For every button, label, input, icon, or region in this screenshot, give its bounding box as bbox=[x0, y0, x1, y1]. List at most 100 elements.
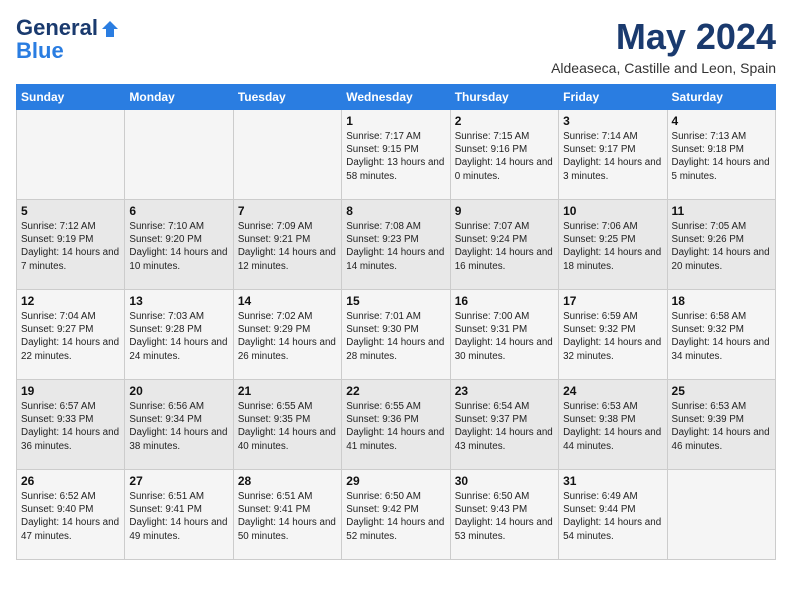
calendar-cell: 8 Sunrise: 7:08 AM Sunset: 9:23 PM Daylig… bbox=[342, 200, 450, 290]
header-thursday: Thursday bbox=[450, 85, 558, 110]
day-number: 2 bbox=[455, 114, 554, 128]
calendar-cell: 4 Sunrise: 7:13 AM Sunset: 9:18 PM Daylig… bbox=[667, 110, 775, 200]
day-number: 30 bbox=[455, 474, 554, 488]
header-wednesday: Wednesday bbox=[342, 85, 450, 110]
day-number: 31 bbox=[563, 474, 662, 488]
day-info: Sunrise: 6:55 AM Sunset: 9:36 PM Dayligh… bbox=[346, 400, 445, 453]
calendar-cell: 3 Sunrise: 7:14 AM Sunset: 9:17 PM Daylig… bbox=[559, 110, 667, 200]
calendar-cell: 7Sunrise: 7:09 AM Sunset: 9:21 PM Daylig… bbox=[233, 200, 341, 290]
calendar-cell: 2 Sunrise: 7:15 AM Sunset: 9:16 PM Daylig… bbox=[450, 110, 558, 200]
calendar-week-1: 1 Sunrise: 7:17 AM Sunset: 9:15 PM Daylig… bbox=[17, 110, 776, 200]
calendar-cell: 29 Sunrise: 6:50 AM Sunset: 9:42 PM Dayli… bbox=[342, 470, 450, 560]
day-number: 14 bbox=[238, 294, 337, 308]
day-info: Sunrise: 6:55 AM Sunset: 9:35 PM Dayligh… bbox=[238, 400, 337, 453]
day-info: Sunrise: 7:03 AM Sunset: 9:28 PM Dayligh… bbox=[129, 310, 228, 363]
day-number: 1 bbox=[346, 114, 445, 128]
day-number: 5 bbox=[21, 204, 120, 218]
day-number: 28 bbox=[238, 474, 337, 488]
day-number: 3 bbox=[563, 114, 662, 128]
logo-blue-text: Blue bbox=[16, 38, 64, 64]
day-info: Sunrise: 7:00 AM Sunset: 9:31 PM Dayligh… bbox=[455, 310, 554, 363]
day-info: Sunrise: 6:56 AM Sunset: 9:34 PM Dayligh… bbox=[129, 400, 228, 453]
calendar-cell: 11Sunrise: 7:05 AM Sunset: 9:26 PM Dayli… bbox=[667, 200, 775, 290]
day-info: Sunrise: 7:07 AM Sunset: 9:24 PM Dayligh… bbox=[455, 220, 554, 273]
day-number: 15 bbox=[346, 294, 445, 308]
logo-text: General bbox=[16, 16, 120, 40]
calendar-cell: 31 Sunrise: 6:49 AM Sunset: 9:44 PM Dayli… bbox=[559, 470, 667, 560]
header-sunday: Sunday bbox=[17, 85, 125, 110]
day-info: Sunrise: 7:08 AM Sunset: 9:23 PM Dayligh… bbox=[346, 220, 445, 273]
calendar-cell: 6 Sunrise: 7:10 AM Sunset: 9:20 PM Daylig… bbox=[125, 200, 233, 290]
day-number: 26 bbox=[21, 474, 120, 488]
calendar-cell bbox=[125, 110, 233, 200]
day-number: 10 bbox=[563, 204, 662, 218]
location-text: Aldeaseca, Castille and Leon, Spain bbox=[551, 60, 776, 76]
calendar-cell: 15 Sunrise: 7:01 AM Sunset: 9:30 PM Dayli… bbox=[342, 290, 450, 380]
calendar-cell: 17Sunrise: 6:59 AM Sunset: 9:32 PM Dayli… bbox=[559, 290, 667, 380]
calendar-week-2: 5 Sunrise: 7:12 AM Sunset: 9:19 PM Daylig… bbox=[17, 200, 776, 290]
calendar-cell: 1 Sunrise: 7:17 AM Sunset: 9:15 PM Daylig… bbox=[342, 110, 450, 200]
day-info: Sunrise: 7:04 AM Sunset: 9:27 PM Dayligh… bbox=[21, 310, 120, 363]
day-info: Sunrise: 6:57 AM Sunset: 9:33 PM Dayligh… bbox=[21, 400, 120, 453]
day-info: Sunrise: 6:50 AM Sunset: 9:42 PM Dayligh… bbox=[346, 490, 445, 543]
header-saturday: Saturday bbox=[667, 85, 775, 110]
calendar-cell: 23 Sunrise: 6:54 AM Sunset: 9:37 PM Dayli… bbox=[450, 380, 558, 470]
day-info: Sunrise: 7:17 AM Sunset: 9:15 PM Dayligh… bbox=[346, 130, 445, 183]
day-number: 18 bbox=[672, 294, 771, 308]
day-number: 29 bbox=[346, 474, 445, 488]
day-info: Sunrise: 6:54 AM Sunset: 9:37 PM Dayligh… bbox=[455, 400, 554, 453]
calendar-cell bbox=[233, 110, 341, 200]
day-info: Sunrise: 6:53 AM Sunset: 9:39 PM Dayligh… bbox=[672, 400, 771, 453]
day-info: Sunrise: 6:51 AM Sunset: 9:41 PM Dayligh… bbox=[238, 490, 337, 543]
weekday-header-row: Sunday Monday Tuesday Wednesday Thursday… bbox=[17, 85, 776, 110]
calendar-cell: 10 Sunrise: 7:06 AM Sunset: 9:25 PM Dayli… bbox=[559, 200, 667, 290]
calendar-cell: 28 Sunrise: 6:51 AM Sunset: 9:41 PM Dayli… bbox=[233, 470, 341, 560]
calendar-cell: 14 Sunrise: 7:02 AM Sunset: 9:29 PM Dayli… bbox=[233, 290, 341, 380]
header-tuesday: Tuesday bbox=[233, 85, 341, 110]
day-info: Sunrise: 7:14 AM Sunset: 9:17 PM Dayligh… bbox=[563, 130, 662, 183]
day-info: Sunrise: 7:15 AM Sunset: 9:16 PM Dayligh… bbox=[455, 130, 554, 183]
calendar-cell: 18 Sunrise: 6:58 AM Sunset: 9:32 PM Dayli… bbox=[667, 290, 775, 380]
day-number: 27 bbox=[129, 474, 228, 488]
calendar-cell: 24 Sunrise: 6:53 AM Sunset: 9:38 PM Dayli… bbox=[559, 380, 667, 470]
calendar-cell: 12 Sunrise: 7:04 AM Sunset: 9:27 PM Dayli… bbox=[17, 290, 125, 380]
day-info: Sunrise: 6:59 AM Sunset: 9:32 PM Dayligh… bbox=[563, 310, 662, 363]
day-info: Sunrise: 6:58 AM Sunset: 9:32 PM Dayligh… bbox=[672, 310, 771, 363]
calendar-cell: 16 Sunrise: 7:00 AM Sunset: 9:31 PM Dayli… bbox=[450, 290, 558, 380]
calendar-cell: 19Sunrise: 6:57 AM Sunset: 9:33 PM Dayli… bbox=[17, 380, 125, 470]
day-info: Sunrise: 6:50 AM Sunset: 9:43 PM Dayligh… bbox=[455, 490, 554, 543]
title-area: May 2024 Aldeaseca, Castille and Leon, S… bbox=[551, 16, 776, 76]
day-info: Sunrise: 6:49 AM Sunset: 9:44 PM Dayligh… bbox=[563, 490, 662, 543]
day-info: Sunrise: 7:01 AM Sunset: 9:30 PM Dayligh… bbox=[346, 310, 445, 363]
day-number: 9 bbox=[455, 204, 554, 218]
day-number: 11 bbox=[672, 204, 771, 218]
calendar-cell: 20 Sunrise: 6:56 AM Sunset: 9:34 PM Dayli… bbox=[125, 380, 233, 470]
day-info: Sunrise: 7:02 AM Sunset: 9:29 PM Dayligh… bbox=[238, 310, 337, 363]
day-number: 6 bbox=[129, 204, 228, 218]
day-number: 23 bbox=[455, 384, 554, 398]
calendar-week-5: 26 Sunrise: 6:52 AM Sunset: 9:40 PM Dayli… bbox=[17, 470, 776, 560]
day-info: Sunrise: 6:52 AM Sunset: 9:40 PM Dayligh… bbox=[21, 490, 120, 543]
day-info: Sunrise: 6:53 AM Sunset: 9:38 PM Dayligh… bbox=[563, 400, 662, 453]
day-number: 25 bbox=[672, 384, 771, 398]
calendar-cell: 27Sunrise: 6:51 AM Sunset: 9:41 PM Dayli… bbox=[125, 470, 233, 560]
calendar-cell: 13Sunrise: 7:03 AM Sunset: 9:28 PM Dayli… bbox=[125, 290, 233, 380]
day-info: Sunrise: 7:12 AM Sunset: 9:19 PM Dayligh… bbox=[21, 220, 120, 273]
day-number: 12 bbox=[21, 294, 120, 308]
day-number: 16 bbox=[455, 294, 554, 308]
day-info: Sunrise: 7:06 AM Sunset: 9:25 PM Dayligh… bbox=[563, 220, 662, 273]
day-number: 8 bbox=[346, 204, 445, 218]
day-info: Sunrise: 7:10 AM Sunset: 9:20 PM Dayligh… bbox=[129, 220, 228, 273]
calendar-week-4: 19Sunrise: 6:57 AM Sunset: 9:33 PM Dayli… bbox=[17, 380, 776, 470]
day-number: 22 bbox=[346, 384, 445, 398]
day-number: 4 bbox=[672, 114, 771, 128]
day-info: Sunrise: 7:13 AM Sunset: 9:18 PM Dayligh… bbox=[672, 130, 771, 183]
calendar-week-3: 12 Sunrise: 7:04 AM Sunset: 9:27 PM Dayli… bbox=[17, 290, 776, 380]
day-number: 24 bbox=[563, 384, 662, 398]
logo-icon bbox=[100, 19, 120, 39]
header-friday: Friday bbox=[559, 85, 667, 110]
day-number: 20 bbox=[129, 384, 228, 398]
logo: General Blue bbox=[16, 16, 120, 64]
day-info: Sunrise: 7:09 AM Sunset: 9:21 PM Dayligh… bbox=[238, 220, 337, 273]
header-monday: Monday bbox=[125, 85, 233, 110]
